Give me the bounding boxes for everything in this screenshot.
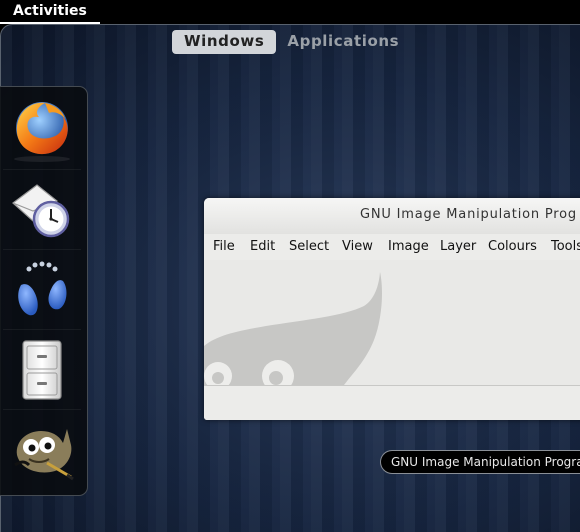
- image-canvas: [204, 260, 580, 385]
- firefox-icon: [14, 102, 70, 162]
- menu-colours[interactable]: Colours: [488, 239, 537, 254]
- dash-item-evolution[interactable]: [3, 171, 81, 250]
- menubar: File Edit Select View Image Layer Colour…: [204, 234, 580, 261]
- windows-tab[interactable]: Windows: [172, 30, 277, 54]
- menu-view[interactable]: View: [342, 239, 373, 254]
- menu-tools[interactable]: Tools: [551, 239, 580, 254]
- view-selector: Windows Applications: [172, 30, 404, 54]
- menu-image[interactable]: Image: [388, 239, 429, 254]
- menu-edit[interactable]: Edit: [250, 239, 275, 254]
- menu-file[interactable]: File: [213, 239, 235, 254]
- top-panel: Activities: [0, 0, 580, 24]
- dash-item-help[interactable]: [3, 251, 81, 330]
- mail-clock-icon: [12, 184, 70, 238]
- window-caption-tooltip: GNU Image Manipulation Program: [380, 450, 580, 474]
- applications-tab[interactable]: Applications: [282, 30, 404, 54]
- activities-button[interactable]: Activities: [0, 0, 100, 24]
- dash-item-files[interactable]: [3, 331, 81, 410]
- menu-layer[interactable]: Layer: [440, 239, 476, 254]
- file-cabinet-icon: [22, 340, 62, 400]
- dash-item-gimp[interactable]: [3, 411, 81, 489]
- gimp-window-thumbnail[interactable]: GNU Image Manipulation Prog File Edit Se…: [204, 198, 580, 420]
- window-title: GNU Image Manipulation Prog: [360, 207, 577, 222]
- window-titlebar: GNU Image Manipulation Prog: [204, 198, 580, 234]
- dash: [0, 86, 88, 496]
- footprints-icon: [18, 261, 67, 316]
- menu-select[interactable]: Select: [289, 239, 329, 254]
- wilber-watermark-icon: [204, 272, 382, 385]
- dash-item-firefox[interactable]: [3, 91, 81, 170]
- gimp-icon: [14, 429, 74, 481]
- statusbar: [204, 385, 580, 420]
